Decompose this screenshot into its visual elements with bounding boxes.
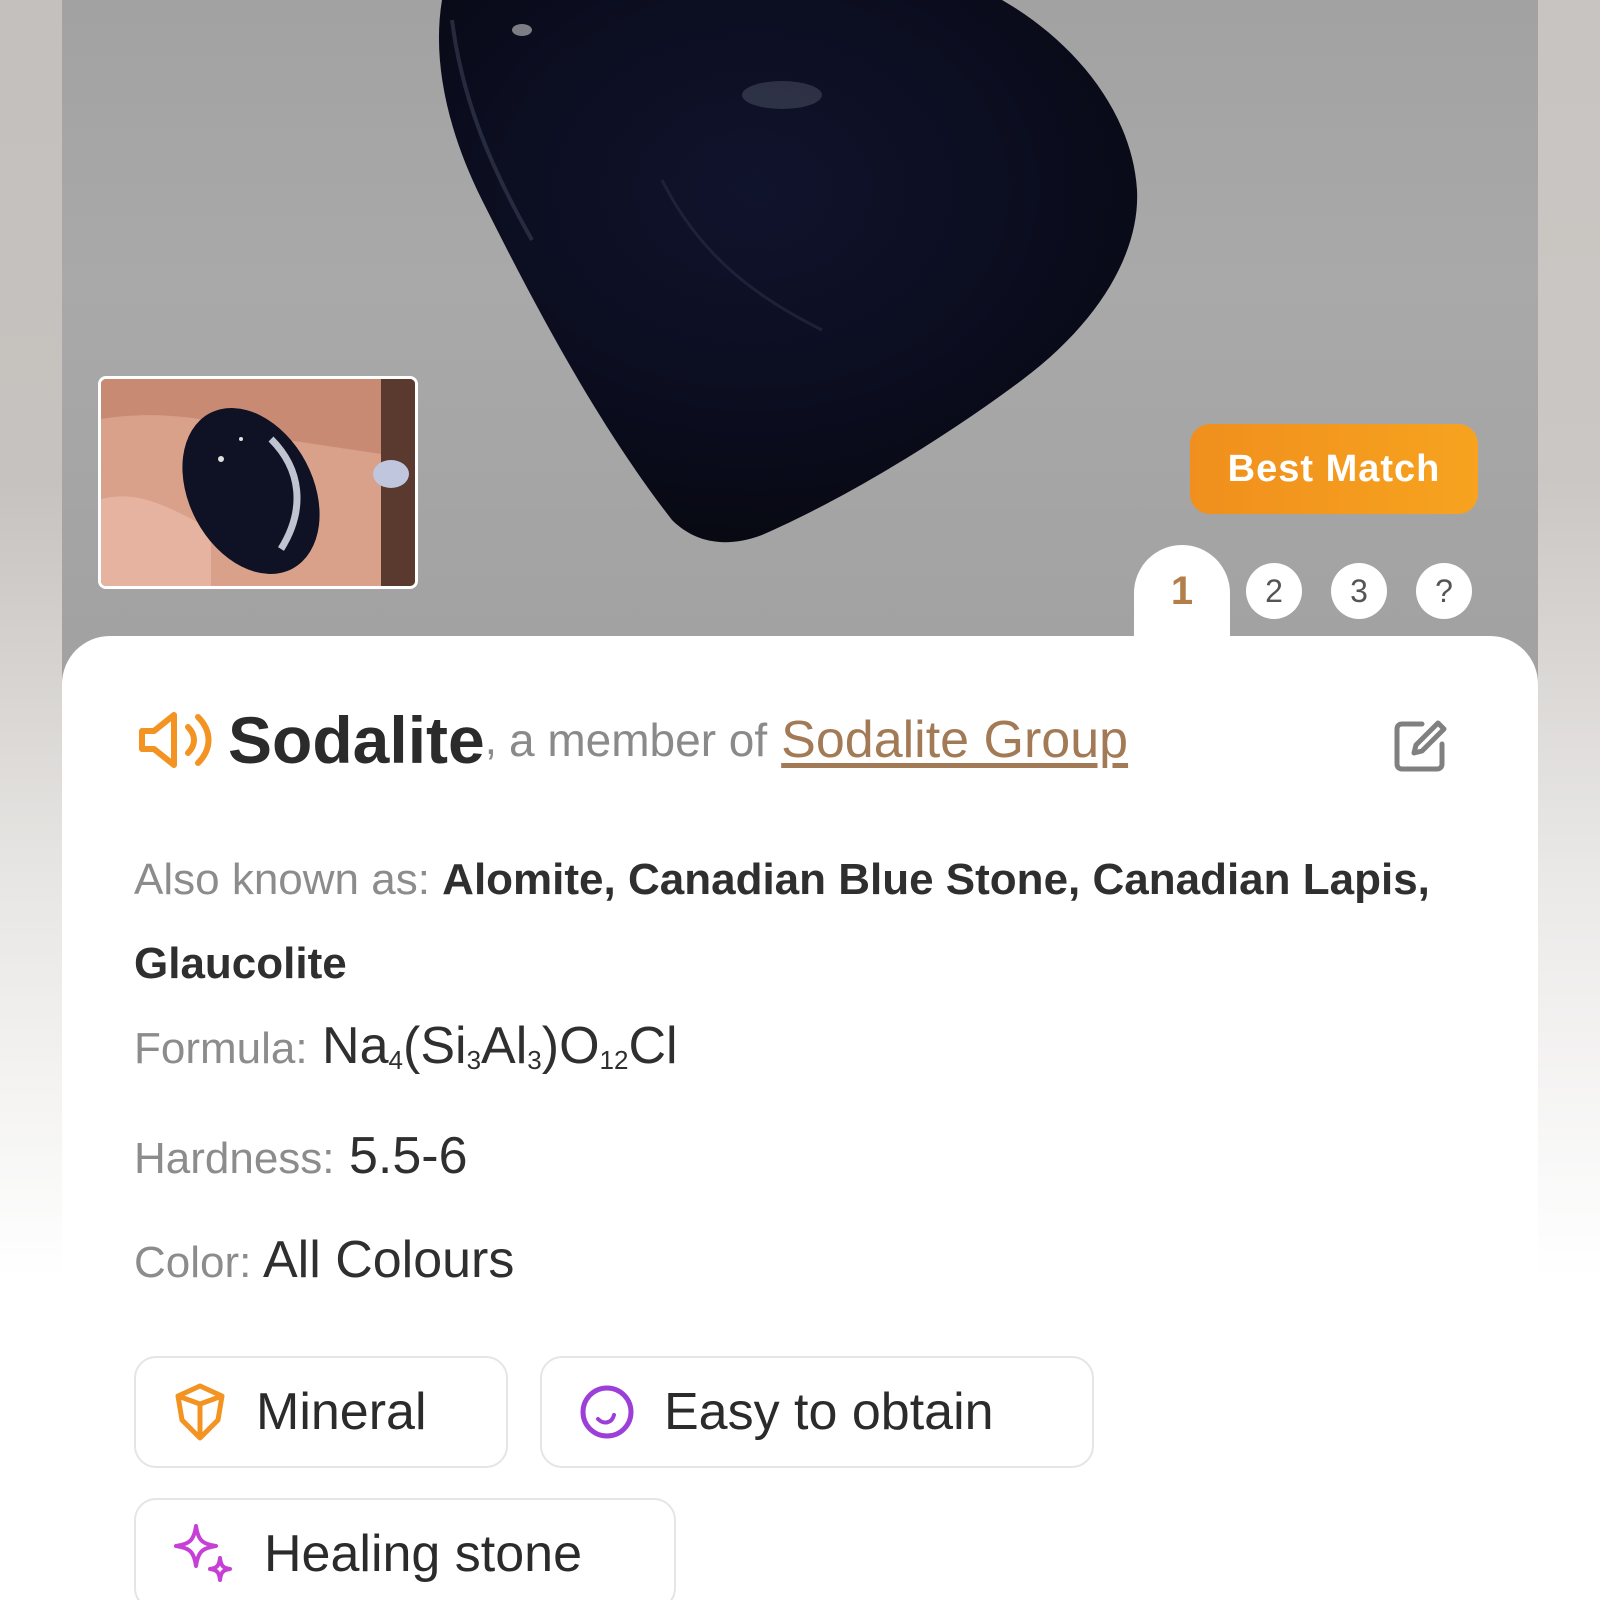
best-match-badge: Best Match <box>1190 424 1478 514</box>
tag-easy-label: Easy to obtain <box>664 1383 994 1441</box>
tag-easy-to-obtain[interactable]: Easy to obtain <box>540 1356 1094 1468</box>
user-photo <box>101 379 415 586</box>
tab-1[interactable]: 1 <box>1134 545 1230 655</box>
tag-healing-label: Healing stone <box>264 1525 582 1583</box>
formula-label: Formula: <box>134 1024 308 1073</box>
member-text: a member of <box>508 714 768 766</box>
tag-mineral[interactable]: Mineral <box>134 1356 508 1468</box>
reference-photo: Best Match <box>62 0 1538 700</box>
aka-label: Also known as: <box>134 855 430 904</box>
app-screen: Best Match 1 2 3 ? Sodalite , a member o… <box>62 0 1538 1600</box>
hardness-value: 5.5-6 <box>349 1127 468 1185</box>
color-row: Color: All Colours <box>134 1230 514 1290</box>
group-link[interactable]: Sodalite Group <box>781 710 1128 770</box>
hardness-row: Hardness: 5.5-6 <box>134 1126 468 1186</box>
also-known-as: Also known as: Alomite, Canadian Blue St… <box>134 838 1464 1006</box>
sparkle-icon <box>174 1524 232 1582</box>
tab-help[interactable]: ? <box>1416 563 1472 619</box>
formula-row: Formula: Na4(Si3Al3)O12Cl <box>134 1016 678 1076</box>
tag-mineral-label: Mineral <box>256 1383 427 1441</box>
speaker-icon[interactable] <box>134 705 214 775</box>
background-right <box>1538 0 1600 1600</box>
tag-healing-stone[interactable]: Healing stone <box>134 1498 676 1600</box>
color-value: All Colours <box>262 1231 515 1289</box>
hardness-label: Hardness: <box>134 1134 335 1183</box>
circle-icon <box>580 1385 634 1439</box>
stone-image <box>438 0 1138 543</box>
user-photo-thumbnail[interactable] <box>98 376 418 589</box>
title-row: Sodalite , a member of Sodalite Group <box>134 700 1474 780</box>
title-separator: , <box>484 715 497 764</box>
mineral-name: Sodalite <box>228 703 485 777</box>
tab-2[interactable]: 2 <box>1246 563 1302 619</box>
tab-3[interactable]: 3 <box>1331 563 1387 619</box>
background-left <box>0 0 64 1600</box>
crystal-icon <box>175 1383 225 1441</box>
color-label: Color: <box>134 1238 252 1287</box>
edit-icon[interactable] <box>1392 718 1448 774</box>
formula-value: Na4(Si3Al3)O12Cl <box>322 1017 678 1075</box>
